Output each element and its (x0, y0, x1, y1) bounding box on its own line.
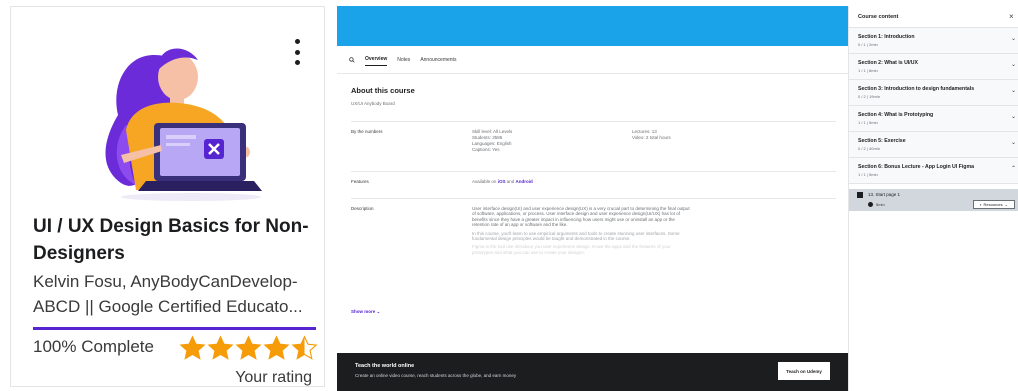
description-text: User interface design(UI) and user exper… (472, 206, 692, 258)
star-rating[interactable] (179, 335, 318, 362)
section-meta: 1 / 1 | 8min (858, 68, 878, 73)
section-title: Section 6: Bonus Lecture - App Login UI … (858, 164, 974, 170)
about-title: About this course (351, 86, 415, 95)
chevron-down-icon: ⌄ (1004, 202, 1008, 207)
course-authors: Kelvin Fosu, AnyBodyCanDevelop- ABCD || … (33, 269, 324, 319)
star-icon[interactable] (263, 335, 290, 362)
section-item[interactable]: Section 3: Introduction to design fundam… (849, 80, 1018, 106)
more-options-icon[interactable] (291, 39, 303, 65)
play-icon (868, 202, 873, 207)
by-numbers-label: By the numbers (351, 129, 383, 134)
android-link[interactable]: Android (516, 179, 533, 184)
lesson-duration: 5min (876, 202, 885, 207)
about-subtitle: UX/UI Anybody Board (351, 101, 395, 106)
course-card[interactable]: UI / UX Design Basics for Non-Designers … (10, 6, 325, 387)
section-title: Section 1: Introduction (858, 34, 915, 40)
teach-on-udemy-button[interactable]: Teach on Udemy (778, 362, 830, 380)
section-title: Section 4: What is Prototyping (858, 112, 934, 118)
tab-overview[interactable]: Overview (365, 53, 388, 66)
captions: Captions: Yes (472, 147, 500, 152)
chevron-down-icon: ⌄ (376, 309, 381, 314)
star-icon[interactable] (179, 335, 206, 362)
lesson-item[interactable]: 13. Start page 1 5min ▪ Resources ⌄ (849, 189, 1018, 211)
section-item[interactable]: Section 1: Introduction 0 / 1 | 2min ⌄ (849, 28, 1018, 54)
features-text: Available on iOS and Android (472, 179, 533, 184)
description-paragraph: User interface design(UI) and user exper… (472, 206, 690, 228)
star-icon[interactable] (235, 335, 262, 362)
ios-link[interactable]: iOS (498, 179, 506, 184)
course-tabs: Overview Notes Announcements (337, 46, 850, 74)
section-title: Section 3: Introduction to design fundam… (858, 86, 975, 92)
description-paragraph: Figma is the tool use introduce you user… (472, 244, 671, 255)
progress-label: 100% Complete (33, 337, 154, 356)
section-item[interactable]: Section 4: What is Prototyping 1 / 1 | 5… (849, 106, 1018, 132)
course-title[interactable]: UI / UX Design Basics for Non-Designers (33, 213, 318, 267)
chevron-down-icon: ⌄ (1011, 140, 1017, 146)
video-length: Video: 2 total hours (632, 135, 671, 140)
section-meta: 1 / 1 | 5min (858, 172, 878, 177)
chevron-down-icon: ⌄ (1011, 36, 1017, 42)
tab-notes[interactable]: Notes (397, 54, 410, 66)
resources-button[interactable]: ▪ Resources ⌄ (973, 200, 1015, 209)
authors-line-2: ABCD || Google Certified Educato... (33, 297, 303, 316)
teach-banner: Teach the world online Create an online … (337, 353, 850, 391)
divider (351, 121, 836, 122)
show-more-label: Show more (351, 309, 376, 314)
star-icon[interactable] (207, 335, 234, 362)
lesson-title: 13. Start page 1 (868, 192, 901, 197)
course-content-sidebar: Course content × Section 1: Introduction… (848, 6, 1018, 391)
by-numbers-col-1: Skill level: All Levels Students: 3586 L… (472, 129, 512, 153)
section-title: Section 5: Exercise (858, 138, 906, 144)
section-meta: 0 / 1 | 2min (858, 42, 878, 47)
section-item[interactable]: Section 5: Exercise 0 / 2 | 40min ⌄ (849, 132, 1018, 158)
close-icon[interactable]: × (1009, 12, 1014, 21)
star-icon[interactable] (291, 335, 318, 362)
checkbox-icon[interactable] (857, 192, 863, 198)
features-prefix: Available on (472, 179, 497, 184)
divider (351, 171, 836, 172)
section-title: Section 2: What is UI/UX (858, 60, 918, 66)
teach-title: Teach the world online (355, 363, 415, 369)
show-more-link[interactable]: Show more ⌄ (351, 309, 380, 315)
your-rating-label[interactable]: Your rating (235, 369, 312, 386)
features-label: Features (351, 179, 369, 184)
section-meta: 0 / 2 | 19min (858, 94, 880, 99)
by-numbers-col-2: Lectures: 13 Video: 2 total hours (632, 129, 671, 141)
chevron-down-icon: ⌄ (1011, 114, 1017, 120)
authors-line-1: Kelvin Fosu, AnyBodyCanDevelop- (33, 272, 298, 291)
chevron-down-icon: ⌄ (1011, 62, 1017, 68)
folder-icon: ▪ (980, 202, 982, 207)
divider (351, 198, 836, 199)
description-label: Description (351, 206, 374, 211)
tab-announcements[interactable]: Announcements (420, 54, 456, 66)
section-item[interactable]: Section 2: What is UI/UX 1 / 1 | 8min ⌄ (849, 54, 1018, 80)
progress-bar-fill (33, 327, 316, 330)
progress-bar (33, 327, 316, 330)
description-paragraph: In this course, you'll learn to use empi… (472, 230, 680, 242)
teach-subtitle: Create an online video course, reach stu… (355, 373, 517, 378)
video-area[interactable] (337, 6, 850, 46)
section-meta: 1 / 1 | 5min (858, 120, 878, 125)
search-icon[interactable] (349, 56, 355, 63)
chevron-up-icon: ⌃ (1011, 166, 1017, 172)
course-player: Overview Notes Announcements About this … (337, 6, 850, 391)
course-illustration (105, 48, 262, 201)
section-meta: 0 / 2 | 40min (858, 146, 880, 151)
resources-label: Resources (983, 202, 1003, 207)
sidebar-header: Course content × (849, 6, 1018, 28)
features-and: and (506, 179, 515, 184)
sidebar-title: Course content (858, 14, 899, 20)
chevron-down-icon: ⌄ (1011, 88, 1017, 94)
section-item[interactable]: Section 6: Bonus Lecture - App Login UI … (849, 158, 1018, 184)
